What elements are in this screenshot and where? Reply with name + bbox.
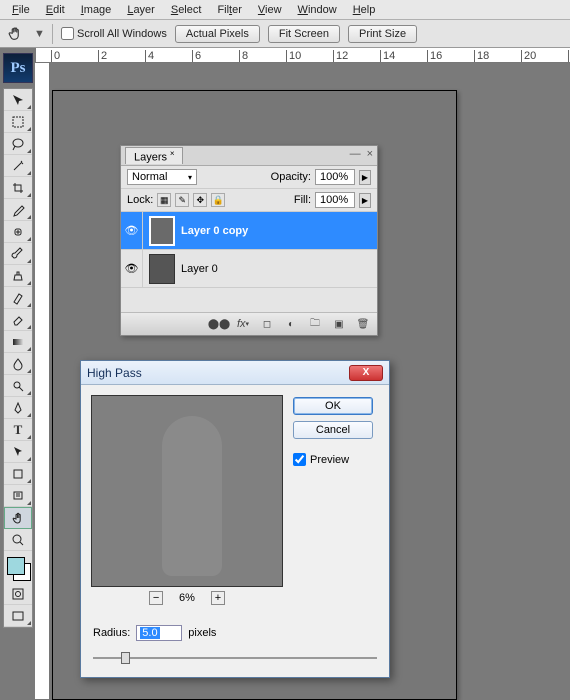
lasso-tool[interactable] xyxy=(4,133,32,155)
type-tool[interactable]: T xyxy=(4,419,32,441)
lock-pixels-icon[interactable]: ✎ xyxy=(175,193,189,207)
delete-layer-icon[interactable]: 🗑 xyxy=(355,317,371,331)
opacity-label: Opacity: xyxy=(271,171,311,183)
layers-panel: Layers × — × Normal▾ Opacity: 100% ▶ Loc… xyxy=(120,145,378,336)
menu-view[interactable]: View xyxy=(250,2,290,18)
menu-window[interactable]: Window xyxy=(290,2,345,18)
fill-input[interactable]: 100% xyxy=(315,192,355,208)
fill-stepper[interactable]: ▶ xyxy=(359,193,371,208)
close-button[interactable]: X xyxy=(349,365,383,381)
zoom-level: 6% xyxy=(179,592,195,604)
layer-thumbnail[interactable] xyxy=(149,216,175,246)
layer-list: 👁 Layer 0 copy 👁 Layer 0 xyxy=(121,212,377,312)
layer-row[interactable]: 👁 Layer 0 copy xyxy=(121,212,377,250)
layers-tab[interactable]: Layers × xyxy=(125,147,183,164)
filter-preview[interactable] xyxy=(91,395,283,587)
screen-mode-toggle[interactable] xyxy=(4,605,32,627)
hand-tool[interactable] xyxy=(4,507,32,529)
menu-layer[interactable]: Layer xyxy=(119,2,163,18)
pen-tool[interactable] xyxy=(4,397,32,419)
eraser-tool[interactable] xyxy=(4,309,32,331)
layer-row[interactable]: 👁 Layer 0 xyxy=(121,250,377,288)
move-tool[interactable] xyxy=(4,89,32,111)
shape-tool[interactable] xyxy=(4,463,32,485)
vertical-ruler xyxy=(35,63,50,700)
layer-style-icon[interactable]: fx▾ xyxy=(235,317,251,331)
tool-palette: T xyxy=(3,88,33,628)
magic-wand-tool[interactable] xyxy=(4,155,32,177)
actual-pixels-button[interactable]: Actual Pixels xyxy=(175,25,260,43)
brush-tool[interactable] xyxy=(4,243,32,265)
hand-tool-icon[interactable] xyxy=(6,24,26,44)
quick-mask-toggle[interactable] xyxy=(4,583,32,605)
lock-position-icon[interactable]: ✥ xyxy=(193,193,207,207)
radius-input[interactable]: 5.0 xyxy=(136,625,182,641)
notes-tool[interactable] xyxy=(4,485,32,507)
blend-mode-select[interactable]: Normal▾ xyxy=(127,169,197,185)
horizontal-ruler: 0 2 4 6 8 10 12 14 16 18 20 22 xyxy=(35,48,570,63)
layer-group-icon[interactable]: 🗀 xyxy=(307,317,323,331)
adjustment-layer-icon[interactable]: ◐ xyxy=(283,317,299,331)
zoom-tool[interactable] xyxy=(4,529,32,551)
photoshop-logo: Ps xyxy=(3,53,33,83)
lock-all-icon[interactable]: 🔒 xyxy=(211,193,225,207)
fill-label: Fill: xyxy=(294,194,311,206)
fit-screen-button[interactable]: Fit Screen xyxy=(268,25,340,43)
clone-stamp-tool[interactable] xyxy=(4,265,32,287)
menu-filter[interactable]: Filter xyxy=(209,2,249,18)
visibility-icon[interactable]: 👁 xyxy=(121,212,143,249)
path-selection-tool[interactable] xyxy=(4,441,32,463)
menu-bar: File Edit Image Layer Select Filter View… xyxy=(0,0,570,20)
zoom-in-button[interactable]: + xyxy=(211,591,225,605)
ok-button[interactable]: OK xyxy=(293,397,373,415)
eyedropper-tool[interactable] xyxy=(4,199,32,221)
lock-transparency-icon[interactable]: ▦ xyxy=(157,193,171,207)
options-bar: ▼ Scroll All Windows Actual Pixels Fit S… xyxy=(0,20,570,48)
menu-image[interactable]: Image xyxy=(73,2,120,18)
blur-tool[interactable] xyxy=(4,353,32,375)
menu-help[interactable]: Help xyxy=(345,2,384,18)
close-icon[interactable]: × xyxy=(367,148,373,160)
menu-file[interactable]: File xyxy=(4,2,38,18)
high-pass-dialog: High Pass X − 6% + OK Cancel Preview Rad… xyxy=(80,360,390,678)
layer-name: Layer 0 copy xyxy=(181,225,248,237)
minimize-icon[interactable]: — xyxy=(350,148,361,160)
history-brush-tool[interactable] xyxy=(4,287,32,309)
gradient-tool[interactable] xyxy=(4,331,32,353)
radius-label: Radius: xyxy=(93,627,130,639)
link-layers-icon[interactable]: ⬤⬤ xyxy=(211,317,227,331)
print-size-button[interactable]: Print Size xyxy=(348,25,417,43)
visibility-icon[interactable]: 👁 xyxy=(121,250,143,287)
layer-thumbnail[interactable] xyxy=(149,254,175,284)
menu-edit[interactable]: Edit xyxy=(38,2,73,18)
layer-name: Layer 0 xyxy=(181,263,218,275)
zoom-out-button[interactable]: − xyxy=(149,591,163,605)
tool-preset-dropdown[interactable]: ▼ xyxy=(34,28,44,40)
dodge-tool[interactable] xyxy=(4,375,32,397)
layer-mask-icon[interactable]: ◻ xyxy=(259,317,275,331)
opacity-input[interactable]: 100% xyxy=(315,169,355,185)
dialog-titlebar[interactable]: High Pass X xyxy=(81,361,389,385)
scroll-all-checkbox[interactable]: Scroll All Windows xyxy=(61,27,167,40)
radius-unit: pixels xyxy=(188,627,216,639)
crop-tool[interactable] xyxy=(4,177,32,199)
cancel-button[interactable]: Cancel xyxy=(293,421,373,439)
healing-brush-tool[interactable] xyxy=(4,221,32,243)
marquee-tool[interactable] xyxy=(4,111,32,133)
color-swatches[interactable] xyxy=(5,555,31,579)
new-layer-icon[interactable]: ▣ xyxy=(331,317,347,331)
radius-slider[interactable] xyxy=(93,651,377,665)
menu-select[interactable]: Select xyxy=(163,2,210,18)
preview-checkbox[interactable]: Preview xyxy=(293,453,373,466)
lock-label: Lock: xyxy=(127,194,153,206)
opacity-stepper[interactable]: ▶ xyxy=(359,170,371,185)
